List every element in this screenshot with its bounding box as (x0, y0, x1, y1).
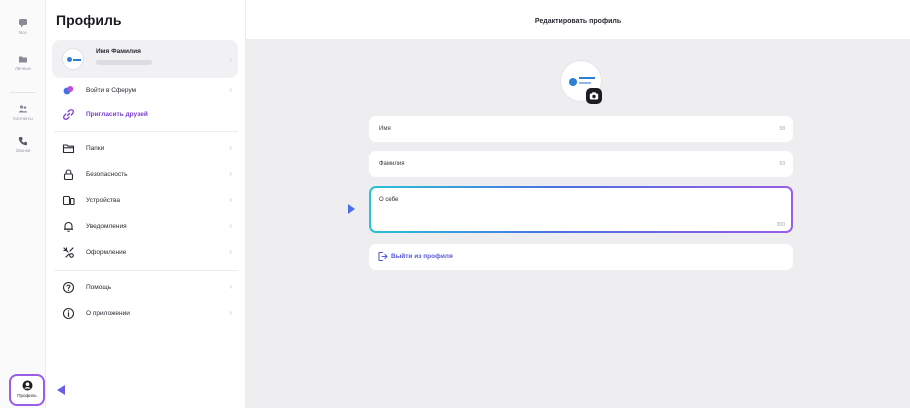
page-title: Редактировать профиль (534, 18, 622, 25)
rail-item-all[interactable]: Все (0, 18, 46, 35)
rail-item-personal[interactable]: Личные (0, 54, 46, 71)
about-label: О себе (379, 197, 399, 203)
logo-icon (67, 57, 72, 62)
camera-icon (589, 92, 599, 100)
menu-item-folders[interactable]: Папки › (52, 138, 238, 160)
chat-icon (19, 19, 27, 28)
rail-item-label: Профиль (17, 393, 37, 398)
logout-button[interactable]: Выйти из профиля (369, 244, 793, 270)
chevron-right-icon: › (229, 85, 232, 94)
rail-item-calls[interactable]: Звонки (0, 136, 46, 153)
chevron-right-icon: › (229, 221, 232, 230)
menu-item-label: Войти в Сферум (86, 87, 137, 94)
menu-item-appearance[interactable]: Оформление › (52, 242, 238, 264)
char-counter: 58 (779, 126, 785, 132)
contacts-icon (18, 105, 28, 113)
first-name-field[interactable]: Имя 58 (369, 116, 793, 142)
chevron-right-icon: › (229, 55, 232, 64)
logo-mark (579, 77, 595, 79)
menu-divider (54, 270, 238, 271)
menu-item-invite-friends[interactable]: Пригласить друзей (52, 104, 238, 126)
help-icon (62, 281, 75, 294)
nav-rail: Все Личные Контакты Звонки Профиль (0, 0, 46, 408)
phone-icon (18, 137, 27, 146)
change-photo-button[interactable] (586, 88, 602, 104)
folder-outline-icon (62, 144, 75, 154)
menu-item-label: Оформление (86, 249, 127, 256)
arrow-left-icon (57, 385, 94, 395)
info-icon (62, 307, 75, 320)
first-name-label: Имя (379, 126, 391, 132)
about-field[interactable]: О себе 300 (369, 186, 793, 233)
folder-icon (19, 56, 27, 63)
last-name-field[interactable]: Фамилия 63 (369, 151, 793, 177)
lock-icon (63, 169, 74, 181)
rail-divider (10, 92, 36, 93)
palette-icon (63, 247, 74, 258)
menu-divider (54, 131, 238, 132)
menu-item-sferum[interactable]: Войти в Сферум › (52, 80, 238, 102)
link-icon (63, 109, 74, 120)
chevron-right-icon: › (229, 282, 232, 291)
logo-mark (579, 82, 591, 84)
menu-item-label: Безопасность (86, 171, 128, 178)
menu-item-security[interactable]: Безопасность › (52, 164, 238, 186)
settings-panel: Профиль Имя Фамилия › Войти в Сферум › П… (46, 0, 246, 408)
menu-item-devices[interactable]: Устройства › (52, 190, 238, 212)
chevron-right-icon: › (229, 247, 232, 256)
devices-icon (62, 195, 75, 206)
last-name-label: Фамилия (379, 161, 405, 167)
menu-item-label: О приложении (86, 310, 130, 317)
menu-item-label: Папки (86, 145, 105, 152)
rail-item-label: Все (19, 30, 27, 35)
edit-profile-header: Редактировать профиль (246, 0, 910, 40)
chevron-right-icon: › (229, 308, 232, 317)
menu-item-label: Устройства (86, 197, 121, 204)
avatar (62, 48, 84, 70)
arrow-right-icon (322, 204, 355, 214)
settings-title: Профиль (56, 12, 122, 28)
rail-item-contacts[interactable]: Контакты (0, 104, 46, 121)
chevron-right-icon: › (229, 143, 232, 152)
profile-card[interactable]: Имя Фамилия › (52, 40, 238, 78)
rail-item-label: Звонки (15, 148, 31, 153)
char-counter: 63 (779, 161, 785, 167)
menu-item-about[interactable]: О приложении › (52, 303, 238, 325)
menu-item-label: Уведомления (86, 223, 127, 230)
logo-icon (569, 78, 577, 86)
logout-label: Выйти из профиля (391, 253, 453, 260)
menu-item-label: Помощь (86, 284, 112, 291)
chevron-right-icon: › (229, 169, 232, 178)
rail-item-label: Личные (14, 66, 32, 71)
char-counter: 300 (776, 222, 785, 228)
profile-subtitle-blurred (96, 60, 152, 65)
rail-item-profile[interactable]: Профиль (9, 374, 45, 406)
sferum-icon (63, 86, 74, 95)
menu-item-notifications[interactable]: Уведомления › (52, 216, 238, 238)
user-icon (22, 380, 32, 391)
chevron-right-icon: › (229, 195, 232, 204)
bell-icon (64, 221, 73, 232)
menu-item-label: Пригласить друзей (86, 111, 148, 118)
logout-icon (378, 251, 388, 262)
menu-item-help[interactable]: Помощь › (52, 277, 238, 299)
logo-mark (73, 59, 81, 61)
profile-name: Имя Фамилия (96, 48, 141, 55)
rail-item-label: Контакты (13, 116, 33, 121)
